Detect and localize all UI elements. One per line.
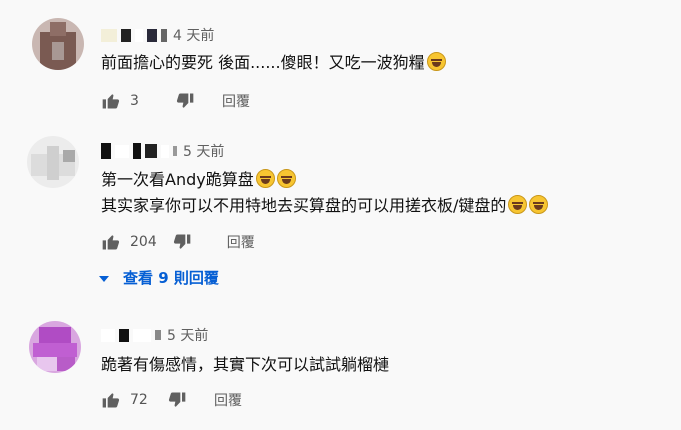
action-bar: 3 回覆 xyxy=(100,90,250,112)
like-count: 3 xyxy=(130,93,139,109)
action-bar: 72 回覆 xyxy=(100,389,242,411)
comment-1: 4 天前 前面擔心的要死 後面......傻眼！又吃一波狗糧 3 回覆 xyxy=(0,0,681,120)
laughing-tears-emoji xyxy=(529,195,549,214)
avatar[interactable] xyxy=(29,321,81,373)
laughing-tears-emoji xyxy=(276,169,296,188)
thumbs-down-icon[interactable] xyxy=(166,389,188,411)
comment-header: 5 天前 xyxy=(101,325,208,345)
reply-button[interactable]: 回覆 xyxy=(227,232,255,252)
reply-button[interactable]: 回覆 xyxy=(214,390,242,410)
author-name[interactable] xyxy=(101,28,167,42)
comment-text-line-2: 其实家享你可以不用特地去买算盘的可以用搓衣板/键盘的 xyxy=(101,194,549,217)
comment-text-line-1: 第一次看Andy跪算盘 xyxy=(101,168,296,191)
comment-header: 5 天前 xyxy=(101,141,224,161)
avatar[interactable] xyxy=(27,136,79,188)
avatar[interactable] xyxy=(32,18,84,70)
comment-2: 5 天前 第一次看Andy跪算盘 其实家享你可以不用特地去买算盘的可以用搓衣板/… xyxy=(0,120,681,300)
laughing-tears-emoji xyxy=(508,195,528,214)
comment-text: 前面擔心的要死 後面......傻眼！又吃一波狗糧 xyxy=(101,51,446,74)
laughing-tears-emoji xyxy=(255,169,275,188)
reply-button[interactable]: 回覆 xyxy=(222,91,250,111)
timestamp[interactable]: 4 天前 xyxy=(173,25,214,45)
caret-down-icon xyxy=(99,269,109,287)
comment-header: 4 天前 xyxy=(101,25,214,45)
like-count: 72 xyxy=(130,392,148,408)
author-name[interactable] xyxy=(101,143,177,159)
thumbs-up-icon[interactable] xyxy=(100,90,122,112)
comment-text: 跪著有傷感情，其實下次可以試試躺榴槤 xyxy=(101,355,390,374)
view-replies-button[interactable]: 查看 9 則回覆 xyxy=(99,267,219,288)
view-replies-label: 查看 9 則回覆 xyxy=(123,269,219,287)
thumbs-up-icon[interactable] xyxy=(100,389,122,411)
thumbs-down-icon[interactable] xyxy=(174,90,196,112)
like-count: 204 xyxy=(130,234,157,250)
thumbs-down-icon[interactable] xyxy=(171,231,193,253)
action-bar: 204 回覆 xyxy=(100,231,255,253)
comment-3: 5 天前 跪著有傷感情，其實下次可以試試躺榴槤 72 回覆 xyxy=(0,305,681,430)
author-name[interactable] xyxy=(101,328,161,342)
timestamp[interactable]: 5 天前 xyxy=(183,141,224,161)
laughing-tears-emoji xyxy=(426,52,446,71)
timestamp[interactable]: 5 天前 xyxy=(167,325,208,345)
thumbs-up-icon[interactable] xyxy=(100,231,122,253)
